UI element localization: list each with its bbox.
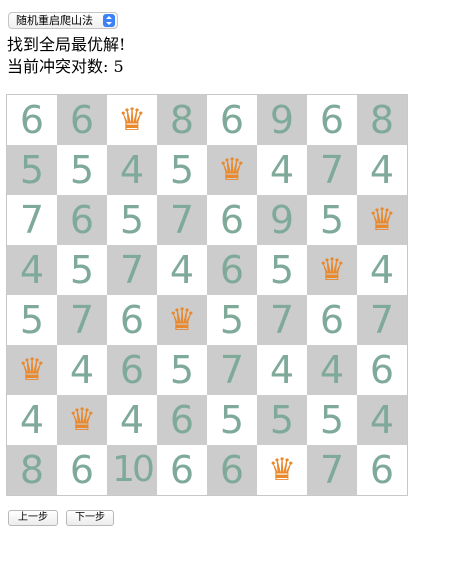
queen-icon[interactable]: ♛ xyxy=(357,195,407,245)
board-cell[interactable]: 5 xyxy=(207,295,257,345)
board-cell[interactable]: 5 xyxy=(57,145,107,195)
board-cell[interactable]: 5 xyxy=(107,195,157,245)
board-cell[interactable]: 4 xyxy=(157,245,207,295)
queen-icon[interactable]: ♛ xyxy=(257,445,307,495)
board-cell[interactable]: 6 xyxy=(57,95,107,145)
board-cell[interactable]: 4 xyxy=(257,145,307,195)
solution-status: 找到全局最优解! xyxy=(7,35,126,54)
board-cell[interactable]: 5 xyxy=(157,345,207,395)
board-cell[interactable]: 6 xyxy=(207,95,257,145)
board-cell[interactable]: 4 xyxy=(357,245,407,295)
board-cell[interactable]: 5 xyxy=(257,395,307,445)
queen-icon[interactable]: ♛ xyxy=(207,145,257,195)
board-cell[interactable]: 7 xyxy=(7,195,57,245)
board-cell[interactable]: 4 xyxy=(257,345,307,395)
board-cell[interactable]: 6 xyxy=(357,345,407,395)
board-cell[interactable]: 7 xyxy=(57,295,107,345)
board-cell[interactable]: 6 xyxy=(7,95,57,145)
board-cell[interactable]: 4 xyxy=(7,245,57,295)
board-cell[interactable]: 4 xyxy=(107,395,157,445)
board-cell[interactable]: 7 xyxy=(357,295,407,345)
board-cell[interactable]: 8 xyxy=(7,445,57,495)
board-cell[interactable]: 5 xyxy=(57,245,107,295)
board-cell[interactable]: 5 xyxy=(157,145,207,195)
queen-icon[interactable]: ♛ xyxy=(57,395,107,445)
queen-icon[interactable]: ♛ xyxy=(107,95,157,145)
algorithm-select[interactable]: 随机重启爬山法 xyxy=(8,12,118,29)
algorithm-select-value: 随机重启爬山法 xyxy=(16,14,93,27)
board-cell[interactable]: 5 xyxy=(7,295,57,345)
previous-step-button[interactable]: 上一步 xyxy=(8,510,58,526)
select-arrows-icon xyxy=(103,14,115,27)
board-cell[interactable]: 7 xyxy=(307,445,357,495)
queen-icon[interactable]: ♛ xyxy=(157,295,207,345)
board-cell[interactable]: 6 xyxy=(157,395,207,445)
board-cell[interactable]: 4 xyxy=(57,345,107,395)
board-cell[interactable]: 6 xyxy=(57,195,107,245)
board-cell[interactable]: 9 xyxy=(257,195,307,245)
board-cell[interactable]: 5 xyxy=(207,395,257,445)
board-cell[interactable]: 7 xyxy=(207,345,257,395)
queen-icon[interactable]: ♛ xyxy=(7,345,57,395)
board-cell[interactable]: 6 xyxy=(157,445,207,495)
board-cell[interactable]: 6 xyxy=(207,245,257,295)
board-cell[interactable]: 6 xyxy=(307,295,357,345)
board-cell[interactable]: 6 xyxy=(107,295,157,345)
board-cell[interactable]: 6 xyxy=(207,195,257,245)
board-cell[interactable]: 6 xyxy=(107,345,157,395)
board-cell[interactable]: 5 xyxy=(257,245,307,295)
board-cell[interactable]: 4 xyxy=(357,395,407,445)
board-cell[interactable]: 4 xyxy=(307,345,357,395)
board-cell[interactable]: 5 xyxy=(307,195,357,245)
board-cell[interactable]: 10 xyxy=(107,445,157,495)
board-cell[interactable]: 5 xyxy=(307,395,357,445)
board-cell[interactable]: 6 xyxy=(357,445,407,495)
next-step-button[interactable]: 下一步 xyxy=(66,510,114,526)
board-cell[interactable]: 9 xyxy=(257,95,307,145)
board-cell[interactable]: 7 xyxy=(157,195,207,245)
board-cell[interactable]: 8 xyxy=(157,95,207,145)
board-cell[interactable]: 6 xyxy=(57,445,107,495)
board-cell[interactable]: 6 xyxy=(307,95,357,145)
board-cell[interactable]: 4 xyxy=(7,395,57,445)
board-cell[interactable]: 4 xyxy=(107,145,157,195)
board-cell[interactable]: 7 xyxy=(107,245,157,295)
board-cell[interactable]: 6 xyxy=(207,445,257,495)
board-cell[interactable]: 4 xyxy=(357,145,407,195)
board-cell[interactable]: 8 xyxy=(357,95,407,145)
chess-board: 6 6 ♛ 8 6 9 6 8 5 5 4 5 ♛ 4 7 4 7 6 5 7 6 9 5 ♛ 4 5 7 4 6 5 ♛ 4 5 7 6 ♛ 5 7 6 7… xyxy=(6,94,408,496)
board-cell[interactable]: 7 xyxy=(257,295,307,345)
board-cell[interactable]: 7 xyxy=(307,145,357,195)
conflict-count: 当前冲突对数: 5 xyxy=(7,57,124,76)
board-cell[interactable]: 5 xyxy=(7,145,57,195)
queen-icon[interactable]: ♛ xyxy=(307,245,357,295)
